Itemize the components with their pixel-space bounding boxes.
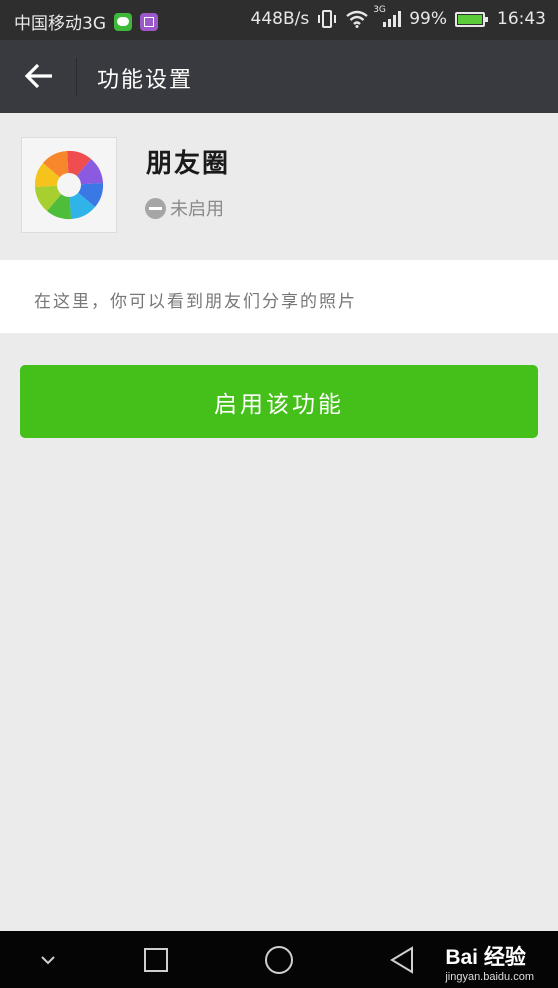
title-bar: 功能设置 bbox=[0, 40, 558, 113]
feature-description: 在这里，你可以看到朋友们分享的照片 bbox=[0, 260, 558, 333]
vibrate-icon bbox=[318, 10, 337, 28]
navigation-bar: Bai 经验 jingyan.baidu.com bbox=[0, 931, 558, 988]
baidu-jingyan-watermark: Bai 经验 jingyan.baidu.com bbox=[445, 941, 534, 983]
circle-icon bbox=[265, 945, 293, 974]
watermark-url: jingyan.baidu.com bbox=[445, 971, 534, 983]
disabled-icon bbox=[145, 197, 166, 219]
page-title: 功能设置 bbox=[97, 68, 194, 93]
feature-header: 朋友圈 未启用 bbox=[0, 113, 558, 259]
square-icon bbox=[144, 947, 168, 972]
network-type-label: 3G bbox=[373, 5, 386, 15]
battery-icon bbox=[455, 11, 488, 27]
gallery-notification-icon bbox=[140, 12, 158, 31]
chevron-down-icon bbox=[41, 955, 55, 964]
title-divider bbox=[76, 58, 77, 96]
network-speed: 448B/s bbox=[250, 9, 310, 29]
wifi-icon bbox=[346, 10, 368, 28]
enable-feature-button[interactable]: 启用该功能 bbox=[20, 365, 538, 438]
description-text: 在这里，你可以看到朋友们分享的照片 bbox=[34, 292, 357, 312]
nav-home-button[interactable] bbox=[258, 931, 300, 988]
nav-recents-button[interactable] bbox=[136, 931, 176, 988]
aperture-icon bbox=[34, 150, 104, 220]
feature-name: 朋友圈 bbox=[146, 149, 231, 179]
signal-strength: 3G bbox=[373, 5, 402, 27]
wechat-notification-icon bbox=[114, 12, 132, 31]
watermark-brand: Bai 经验 bbox=[445, 946, 526, 969]
carrier-label: 中国移动3G bbox=[14, 14, 106, 34]
status-bar: 中国移动3G 448B/s 3G 99% 16:43 bbox=[0, 0, 558, 40]
status-label: 未启用 bbox=[170, 199, 224, 220]
triangle-back-icon bbox=[390, 945, 413, 974]
feature-status: 未启用 bbox=[145, 195, 224, 221]
clock: 16:43 bbox=[497, 9, 546, 29]
back-arrow-icon[interactable] bbox=[22, 58, 58, 94]
moments-logo bbox=[21, 137, 117, 233]
battery-percent: 99% bbox=[409, 9, 447, 29]
nav-back-button[interactable] bbox=[382, 931, 422, 988]
nav-collapse-button[interactable] bbox=[28, 931, 68, 988]
